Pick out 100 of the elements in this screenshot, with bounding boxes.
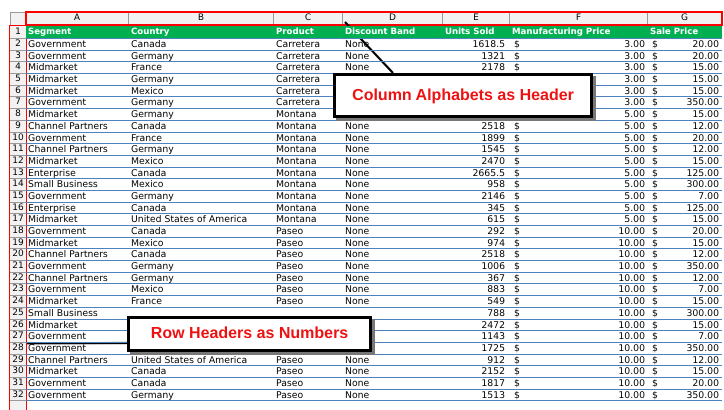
table-cell: Germany xyxy=(129,97,274,110)
table-cell: 1545 xyxy=(443,144,510,156)
table-cell: 7.00 xyxy=(698,331,719,342)
table-cell: Canada xyxy=(129,202,274,214)
row-header: 18 xyxy=(10,226,26,238)
row-header: 7 xyxy=(10,97,26,110)
table-cell: 5.00 xyxy=(624,168,645,178)
table-cell: Germany xyxy=(129,74,274,86)
table-cell: Mexico xyxy=(129,238,274,250)
currency-symbol: $ xyxy=(651,156,658,167)
row-header: 12 xyxy=(10,156,26,168)
table-cell: Germany xyxy=(129,50,274,62)
column-title: Units Sold xyxy=(443,26,510,39)
row-header: 24 xyxy=(10,296,26,308)
row-header: 9 xyxy=(10,120,26,132)
currency-symbol: $ xyxy=(513,214,520,225)
row-header: 1 xyxy=(10,26,26,39)
table-cell: Canada xyxy=(129,226,274,238)
table-cell: Montana xyxy=(274,214,343,226)
table-cell: None xyxy=(343,378,443,390)
table-cell: 883 xyxy=(443,284,510,296)
table-cell: 2472 xyxy=(443,320,510,332)
currency-symbol: $ xyxy=(513,144,520,155)
callout-label: Column Alphabets as Header xyxy=(333,73,593,118)
currency-symbol: $ xyxy=(651,342,658,354)
table-cell: Paseo xyxy=(274,272,343,284)
table-cell: 5.00 xyxy=(624,120,645,132)
table-cell: None xyxy=(343,390,443,402)
table-cell: 12.00 xyxy=(692,144,719,155)
currency-symbol: $ xyxy=(651,62,658,74)
table-cell: Paseo xyxy=(274,296,343,308)
table-cell: 5.00 xyxy=(624,214,645,225)
table-cell: 3.00 xyxy=(624,39,645,50)
currency-symbol: $ xyxy=(651,378,658,389)
currency-symbol: $ xyxy=(651,168,658,178)
currency-symbol: $ xyxy=(651,249,658,260)
table-cell: Government xyxy=(26,390,129,402)
table-cell: None xyxy=(343,284,443,296)
row-header: 26 xyxy=(10,320,26,332)
currency-symbol: $ xyxy=(651,179,658,190)
table-cell: Paseo xyxy=(274,238,343,250)
table-cell: Canada xyxy=(129,120,274,132)
table-cell: Montana xyxy=(274,168,343,180)
row-header: 22 xyxy=(10,272,26,284)
table-cell: 20.00 xyxy=(692,226,719,237)
currency-symbol: $ xyxy=(651,50,658,62)
table-cell: 10.00 xyxy=(618,272,645,284)
currency-symbol: $ xyxy=(513,132,520,144)
table-cell: Channel Partners xyxy=(26,272,129,284)
table-cell: France xyxy=(129,296,274,308)
table-cell: Paseo xyxy=(274,390,343,402)
row-header: 8 xyxy=(10,109,26,121)
table-cell: 1143 xyxy=(443,331,510,343)
table-cell: 10.00 xyxy=(618,378,645,389)
table-cell: 12.00 xyxy=(692,120,719,132)
table-cell: 125.00 xyxy=(686,168,719,178)
table-cell: 912 xyxy=(443,354,510,366)
table-cell: 5.00 xyxy=(624,202,645,214)
table-cell: Enterprise xyxy=(26,168,129,180)
table-cell: Government xyxy=(26,226,129,238)
table-cell: None xyxy=(343,249,443,262)
row-header: 17 xyxy=(10,214,26,226)
table-cell: 10.00 xyxy=(618,390,645,400)
table-cell: Carretera xyxy=(274,39,343,51)
currency-symbol: $ xyxy=(513,272,520,284)
table-cell: Channel Partners xyxy=(26,354,129,366)
currency-symbol: $ xyxy=(651,390,658,400)
table-cell: Canada xyxy=(129,168,274,180)
table-cell: 12.00 xyxy=(692,249,719,260)
table-cell: 3.00 xyxy=(624,74,645,85)
table-cell: None xyxy=(343,50,443,62)
currency-symbol: $ xyxy=(651,132,658,144)
table-cell: Government xyxy=(26,190,129,203)
table-cell: 1725 xyxy=(443,342,510,355)
table-cell: 20.00 xyxy=(692,378,719,389)
table-cell: None xyxy=(343,296,443,308)
table-cell: 345 xyxy=(443,202,510,214)
currency-symbol: $ xyxy=(513,342,520,354)
table-cell: France xyxy=(129,62,274,74)
table-cell: 549 xyxy=(443,296,510,308)
table-cell: 7.00 xyxy=(698,190,719,202)
table-cell: 350.00 xyxy=(686,97,719,108)
table-cell: Midmarket xyxy=(26,109,129,121)
table-cell: 3.00 xyxy=(624,97,645,108)
currency-symbol: $ xyxy=(513,320,520,330)
row-header: 20 xyxy=(10,249,26,262)
column-title: Sale Price xyxy=(648,26,722,39)
table-cell: 300.00 xyxy=(686,308,719,318)
row-header: 32 xyxy=(10,390,26,402)
table-cell: 1817 xyxy=(443,378,510,390)
table-cell: 15.00 xyxy=(692,62,719,74)
table-cell: 1899 xyxy=(443,132,510,144)
currency-symbol: $ xyxy=(513,331,520,342)
table-cell: 3.00 xyxy=(624,62,645,74)
table-cell: 15.00 xyxy=(692,109,719,120)
table-cell: 2518 xyxy=(443,249,510,262)
table-cell: Paseo xyxy=(274,378,343,390)
row-header: 11 xyxy=(10,144,26,156)
table-cell: Government xyxy=(26,50,129,62)
table-cell: 125.00 xyxy=(686,202,719,214)
